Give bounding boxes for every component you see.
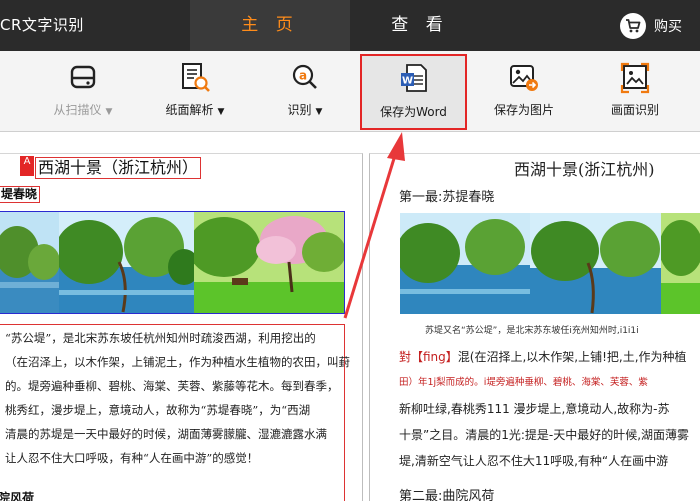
- result-caption: 苏堤又名“苏公堤”，是北宋苏东坡任i充州知州时,i1i1i: [425, 326, 639, 336]
- page-analysis-caret: ▼: [217, 107, 225, 117]
- result-line: 對【fing】混(在沼择上,以木作架,上铺!把,土,作为种植: [399, 344, 700, 370]
- svg-text:W: W: [401, 76, 412, 87]
- result-pane[interactable]: 西湖十景(浙江杭州) 第一最:苏提春晓 苏堤又名“苏公堤”，是北宋苏东坡任i充州…: [369, 153, 700, 501]
- result-line-text: 堤,清新空气让人忍不住大11呼吸,有种“人在画中游: [399, 454, 669, 468]
- ocr-icon: a: [250, 61, 360, 95]
- result-body-text[interactable]: 對【fing】混(在沼择上,以木作架,上铺!把,土,作为种植 田）年1j梨而成的…: [399, 344, 700, 474]
- source-title: 西湖十景（浙江杭州）: [35, 157, 202, 179]
- from-scanner-caret: ▼: [105, 107, 113, 117]
- page-analysis-label: 纸面解析: [165, 103, 214, 117]
- result-line-text: 十景”之目。清晨的1光:提是-天中最好的旪候,湖面薄雾: [399, 428, 690, 442]
- tab-view[interactable]: 查 看: [350, 0, 490, 51]
- page-analysis-button[interactable]: 纸面解析 ▼: [140, 57, 250, 127]
- lake-photo-2: [58, 212, 194, 313]
- from-scanner-label: 从扫描仪: [53, 103, 102, 117]
- svg-text:a: a: [299, 69, 307, 83]
- save-as-word-button[interactable]: W 保存为Word: [360, 54, 467, 130]
- result-line: 田）年1j梨而成的。i堤旁遍种垂柳、碧桃、海棠、芙蓉、紫: [399, 370, 700, 396]
- image-save-icon: [469, 61, 579, 95]
- result-line-prefix: 田）年1j梨而成的。: [399, 377, 484, 388]
- source-line: （在沼泽上，以木作架，上铺泥土，作为种植水生植物的农田，叫葑: [5, 355, 350, 369]
- result-line-prefix: 對【fing】: [399, 350, 458, 364]
- recognize-label: 识别: [287, 103, 312, 117]
- top-nav-bar: CR文字识别 主 页 查 看 购买: [0, 0, 700, 51]
- text-region-marker[interactable]: A: [20, 156, 34, 176]
- result-line: 十景”之目。清晨的1光:提是-天中最好的旪候,湖面薄雾: [399, 422, 700, 448]
- source-line: 清晨的苏堤是一天中最好的时候，湖面薄雾朦朧、湿漉漉露水满: [5, 427, 327, 441]
- result-line-text: 新柳吐绿,春桃秀111 漫步堤上,意境动人,故称为-苏: [399, 402, 670, 416]
- source-line: 让人忍不住大口呼吸，有种“人在画中游”的感觉！: [5, 451, 259, 465]
- recognize-button[interactable]: a 识别 ▼: [250, 57, 360, 127]
- from-scanner-button[interactable]: 从扫描仪 ▼: [28, 57, 138, 127]
- result-title[interactable]: 西湖十景(浙江杭州): [514, 156, 655, 180]
- app-title: CR文字识别: [0, 16, 84, 34]
- result-photo-strip: [400, 213, 700, 314]
- source-image-pane[interactable]: A 西湖十景（浙江杭州） 堤春晓 “苏公堤”，是北宋苏东坡任杭州知州时疏浚西湖，…: [0, 153, 363, 501]
- cart-icon: [620, 13, 646, 39]
- word-doc-icon: W: [362, 62, 465, 96]
- recognize-caret: ▼: [315, 107, 323, 117]
- source-line: 的。堤旁遍种垂柳、碧桃、海棠、芙蓉、紫藤等花木。每到春季，: [5, 379, 339, 393]
- result-subtitle[interactable]: 第一最:苏提春晓: [399, 186, 494, 205]
- result-line-text: i堤旁遍种垂柳、碧桃、海棠、芙蓉、紫: [483, 377, 648, 388]
- document-workspace: A 西湖十景（浙江杭州） 堤春晓 “苏公堤”，是北宋苏东坡任杭州知州时疏浚西湖，…: [0, 133, 700, 501]
- lake-photo-3: [193, 212, 344, 313]
- save-as-image-label: 保存为图片: [493, 103, 554, 117]
- save-as-word-label: 保存为Word: [380, 105, 447, 119]
- tab-home[interactable]: 主 页: [190, 0, 350, 51]
- buy-button[interactable]: 购买: [620, 12, 682, 40]
- source-photo-strip: [0, 211, 345, 314]
- source-subtitle: 堤春晓: [0, 186, 41, 203]
- page-analyze-icon: [140, 61, 250, 95]
- source-next-heading: 院风荷: [0, 491, 35, 501]
- result-photo-3: [660, 213, 700, 314]
- source-body-text: “苏公堤”，是北宋苏东坡任杭州知州时疏浚西湖，利用挖出的 （在沼泽上，以木作架，…: [0, 324, 350, 501]
- screen-capture-icon: [580, 61, 690, 95]
- result-line: 堤,清新空气让人忍不住大11呼吸,有种“人在画中游: [399, 448, 700, 474]
- scanner-icon: [28, 61, 138, 95]
- toolbar: 从扫描仪 ▼ 纸面解析 ▼ a 识别 ▼ W 保存为Word 保存为图片 画面识…: [0, 51, 700, 132]
- result-photo-2: [530, 213, 661, 314]
- result-line-text: 混(在沼择上,以木作架,上铺!把,土,作为种植: [457, 350, 687, 364]
- source-line: “苏公堤”，是北宋苏东坡任杭州知州时疏浚西湖，利用挖出的: [5, 331, 316, 345]
- result-next-heading[interactable]: 第二最:曲院风荷: [399, 485, 494, 501]
- buy-label: 购买: [654, 19, 682, 35]
- save-as-image-button[interactable]: 保存为图片: [469, 57, 579, 127]
- screen-recognition-label: 画面识别: [610, 103, 659, 117]
- lake-photo-1: [0, 212, 59, 313]
- source-line: 桃秀红，漫步堤上，意境动人，故称为“苏堤春晓”，为“西湖: [5, 403, 311, 417]
- result-photo-1: [400, 213, 531, 314]
- screen-recognition-button[interactable]: 画面识别: [580, 57, 690, 127]
- result-line: 新柳吐绿,春桃秀111 漫步堤上,意境动人,故称为-苏: [399, 396, 700, 422]
